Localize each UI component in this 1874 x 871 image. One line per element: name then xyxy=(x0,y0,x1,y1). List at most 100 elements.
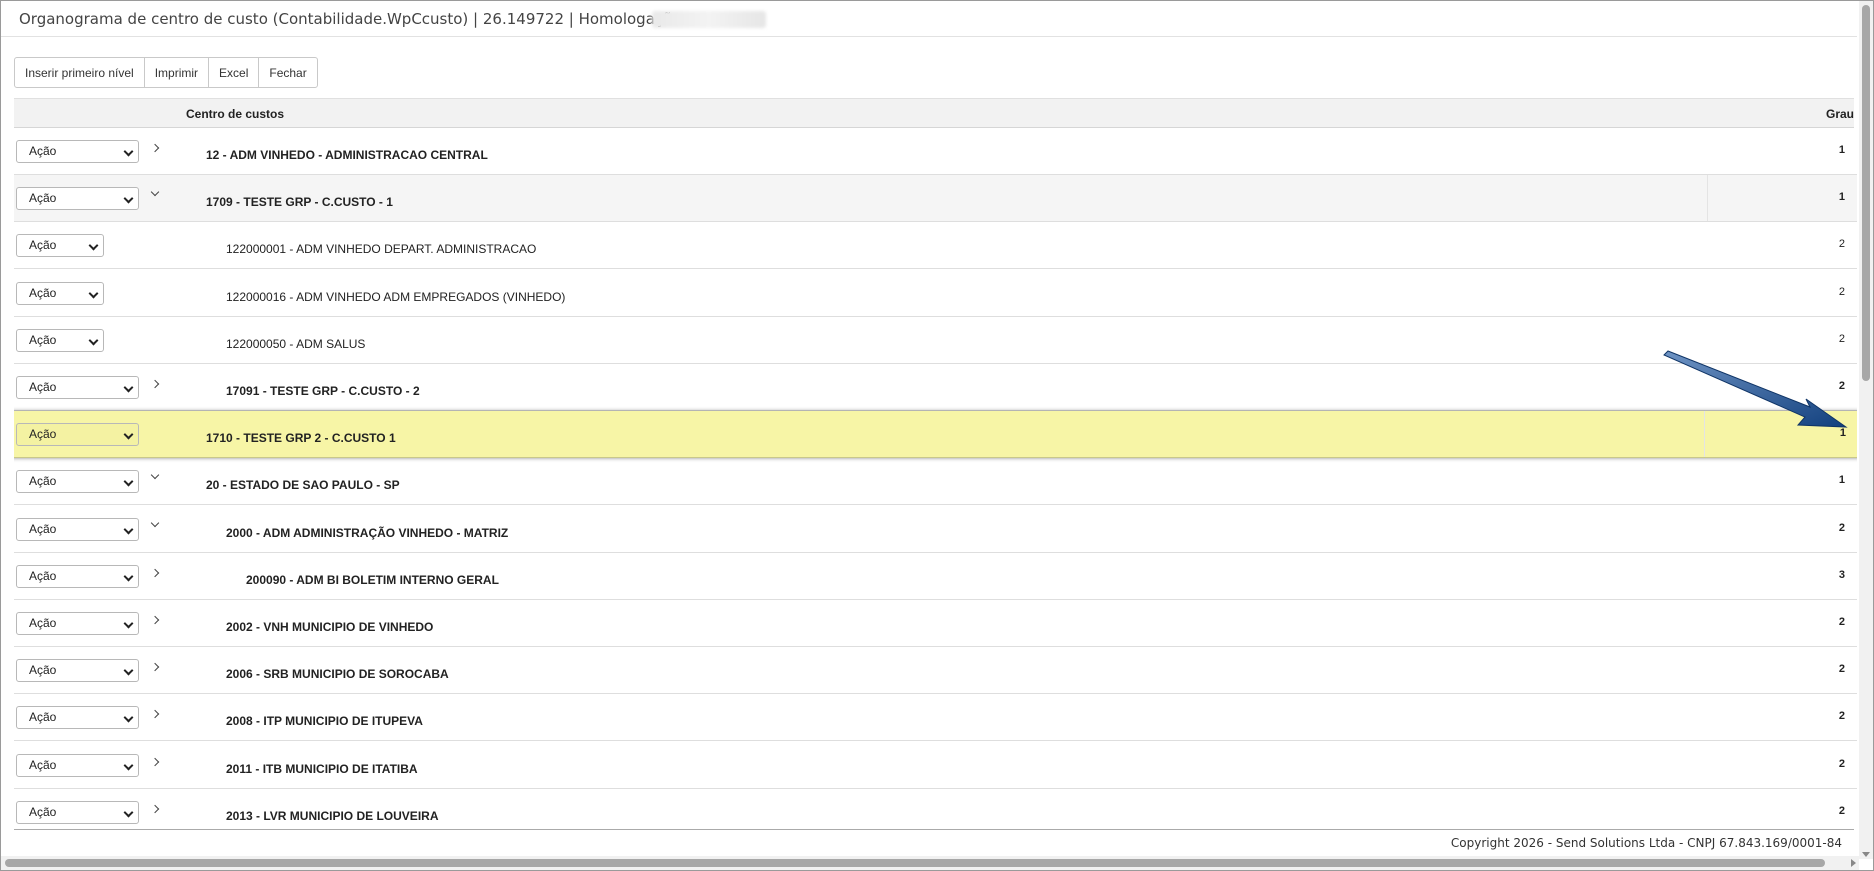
vertical-scroll-thumb[interactable] xyxy=(1862,5,1870,381)
action-select[interactable]: Ação xyxy=(16,328,104,352)
column-header-cost-center[interactable]: Centro de custos xyxy=(186,107,284,121)
horizontal-scrollbar[interactable] xyxy=(1,856,1859,870)
row-cell-background xyxy=(178,317,1708,363)
action-select[interactable]: Ação xyxy=(16,281,104,305)
action-select-label: Ação xyxy=(29,663,57,678)
action-select[interactable]: Ação xyxy=(16,612,139,635)
grau-value: 1 xyxy=(1838,144,1845,156)
grau-value: 2 xyxy=(1838,332,1845,345)
chevron-down-icon[interactable] xyxy=(150,471,160,480)
grau-value: 2 xyxy=(1838,238,1845,251)
select-caret-icon xyxy=(123,760,134,771)
table-row[interactable]: Ação 2000 - ADM ADMINISTRAÇÃO VINHEDO - M… xyxy=(14,505,1857,553)
cost-center-name: 200090 - ADM BI BOLETIM INTERNO GERAL xyxy=(246,572,499,587)
table-row[interactable]: Ação 1709 - TESTE GRP - C.CUSTO - 1 1 xyxy=(14,175,1857,223)
action-select[interactable]: Ação xyxy=(16,470,139,494)
table-row[interactable]: Ação 2008 - ITP MUNICIPIO DE ITUPEVA 2 xyxy=(14,694,1857,742)
table-row[interactable]: Ação 20 - ESTADO DE SAO PAULO - SP 1 xyxy=(14,458,1857,506)
chevron-right-icon[interactable] xyxy=(150,804,160,814)
table-row[interactable]: Ação 2011 - ITB MUNICIPIO DE ITATIBA 2 xyxy=(14,741,1857,789)
chevron-right-icon[interactable] xyxy=(150,379,160,389)
action-select-label: Ação xyxy=(29,804,57,819)
action-select[interactable]: Ação xyxy=(16,800,139,824)
redacted-environment-name xyxy=(652,11,766,28)
row-cell-background xyxy=(175,411,1705,458)
print-button[interactable]: Imprimir xyxy=(143,57,210,88)
grau-value: 2 xyxy=(1838,804,1845,817)
action-select-label: Ação xyxy=(29,144,57,158)
grau-value: 2 xyxy=(1838,521,1845,534)
action-select-label: Ação xyxy=(29,380,57,394)
table-row[interactable]: Ação 122000050 - ADM SALUS 2 xyxy=(14,316,1857,364)
action-select[interactable]: Ação xyxy=(16,517,139,541)
cost-center-name: 12 - ADM VINHEDO - ADMINISTRACAO CENTRAL xyxy=(206,148,488,162)
action-select-label: Ação xyxy=(29,332,57,347)
action-select[interactable]: Ação xyxy=(16,376,139,399)
grau-value: 3 xyxy=(1838,568,1845,581)
action-select[interactable]: Ação xyxy=(16,564,139,588)
column-header-grau[interactable]: Grau xyxy=(1826,107,1854,121)
chevron-right-icon[interactable] xyxy=(150,143,160,153)
table-row[interactable]: Ação 1710 - TESTE GRP 2 - C.CUSTO 11 xyxy=(14,411,1857,459)
close-button[interactable]: Fechar xyxy=(258,57,318,88)
cost-center-name: 2002 - VNH MUNICIPIO DE VINHEDO xyxy=(226,620,434,634)
scroll-right-arrow-icon[interactable] xyxy=(1851,859,1856,867)
cost-center-name: 2006 - SRB MUNICIPIO DE SOROCABA xyxy=(226,667,449,682)
chevron-down-icon[interactable] xyxy=(150,518,160,527)
action-select-label: Ação xyxy=(29,427,57,442)
select-caret-icon xyxy=(88,335,99,346)
window-title: Organograma de centro de custo (Contabil… xyxy=(19,10,682,28)
table-row[interactable]: Ação 200090 - ADM BI BOLETIM INTERNO GERA… xyxy=(14,552,1857,600)
scroll-down-arrow-icon[interactable] xyxy=(1862,852,1870,857)
grid-header: Centro de custos Grau xyxy=(14,98,1854,128)
table-row[interactable]: Ação 2002 - VNH MUNICIPIO DE VINHEDO 2 xyxy=(14,600,1857,647)
select-caret-icon xyxy=(123,618,134,629)
select-caret-icon xyxy=(123,571,134,582)
excel-button[interactable]: Excel xyxy=(208,57,260,88)
cost-center-tree: Ação 12 - ADM VINHEDO - ADMINISTRACAO CEN… xyxy=(14,128,1857,828)
table-row[interactable]: Ação 122000001 - ADM VINHEDO DEPART. ADMI… xyxy=(14,222,1857,270)
cost-center-name: 17091 - TESTE GRP - C.CUSTO - 2 xyxy=(226,384,420,398)
action-select[interactable]: Ação xyxy=(16,140,139,163)
table-row[interactable]: Ação 2013 - LVR MUNICIPIO DE LOUVEIRA 2 xyxy=(14,788,1857,828)
table-row[interactable]: Ação 12 - ADM VINHEDO - ADMINISTRACAO CEN… xyxy=(14,128,1857,175)
action-select[interactable]: Ação xyxy=(16,423,139,447)
select-caret-icon xyxy=(123,807,134,818)
select-caret-icon xyxy=(123,382,134,393)
chevron-right-icon[interactable] xyxy=(150,710,160,719)
action-select[interactable]: Ação xyxy=(16,706,139,730)
action-select[interactable]: Ação xyxy=(16,753,139,777)
action-select-label: Ação xyxy=(29,710,57,725)
chevron-right-icon[interactable] xyxy=(150,662,160,672)
action-select[interactable]: Ação xyxy=(16,187,139,211)
cost-center-name: 122000050 - ADM SALUS xyxy=(226,336,366,351)
vertical-scrollbar[interactable] xyxy=(1859,1,1873,859)
cost-center-name: 1709 - TESTE GRP - C.CUSTO - 1 xyxy=(206,195,393,210)
action-select[interactable]: Ação xyxy=(16,234,104,258)
action-select[interactable]: Ação xyxy=(16,659,139,683)
cost-center-name: 122000001 - ADM VINHEDO DEPART. ADMINIST… xyxy=(226,242,537,257)
cost-center-name: 1710 - TESTE GRP 2 - C.CUSTO 1 xyxy=(206,431,396,446)
cost-center-name: 2013 - LVR MUNICIPIO DE LOUVEIRA xyxy=(226,808,439,823)
cost-center-name: 2000 - ADM ADMINISTRAÇÃO VINHEDO - MATRI… xyxy=(226,525,509,540)
chevron-right-icon[interactable] xyxy=(150,757,160,766)
select-caret-icon xyxy=(123,665,134,676)
toolbar: Inserir primeiro nível Imprimir Excel Fe… xyxy=(14,57,318,88)
row-cell-background xyxy=(178,458,1708,504)
chevron-right-icon[interactable] xyxy=(150,615,160,625)
table-row[interactable]: Ação 2006 - SRB MUNICIPIO DE SOROCABA 2 xyxy=(14,647,1857,695)
cost-center-name: 2008 - ITP MUNICIPIO DE ITUPEVA xyxy=(226,714,423,729)
chevron-down-icon[interactable] xyxy=(150,187,160,197)
insert-first-level-button[interactable]: Inserir primeiro nível xyxy=(14,57,145,88)
table-row[interactable]: Ação 122000016 - ADM VINHEDO ADM EMPREGAD… xyxy=(14,269,1857,317)
select-caret-icon xyxy=(123,712,134,723)
grau-value: 2 xyxy=(1838,757,1845,770)
chevron-right-icon[interactable] xyxy=(150,568,160,578)
action-select-label: Ação xyxy=(29,616,57,630)
grau-value: 2 xyxy=(1838,285,1845,298)
row-cell-background xyxy=(178,175,1708,222)
select-caret-icon xyxy=(123,476,134,487)
table-row[interactable]: Ação 17091 - TESTE GRP - C.CUSTO - 22 xyxy=(14,364,1857,411)
action-select-label: Ação xyxy=(29,521,57,536)
horizontal-scroll-thumb[interactable] xyxy=(5,859,1825,867)
